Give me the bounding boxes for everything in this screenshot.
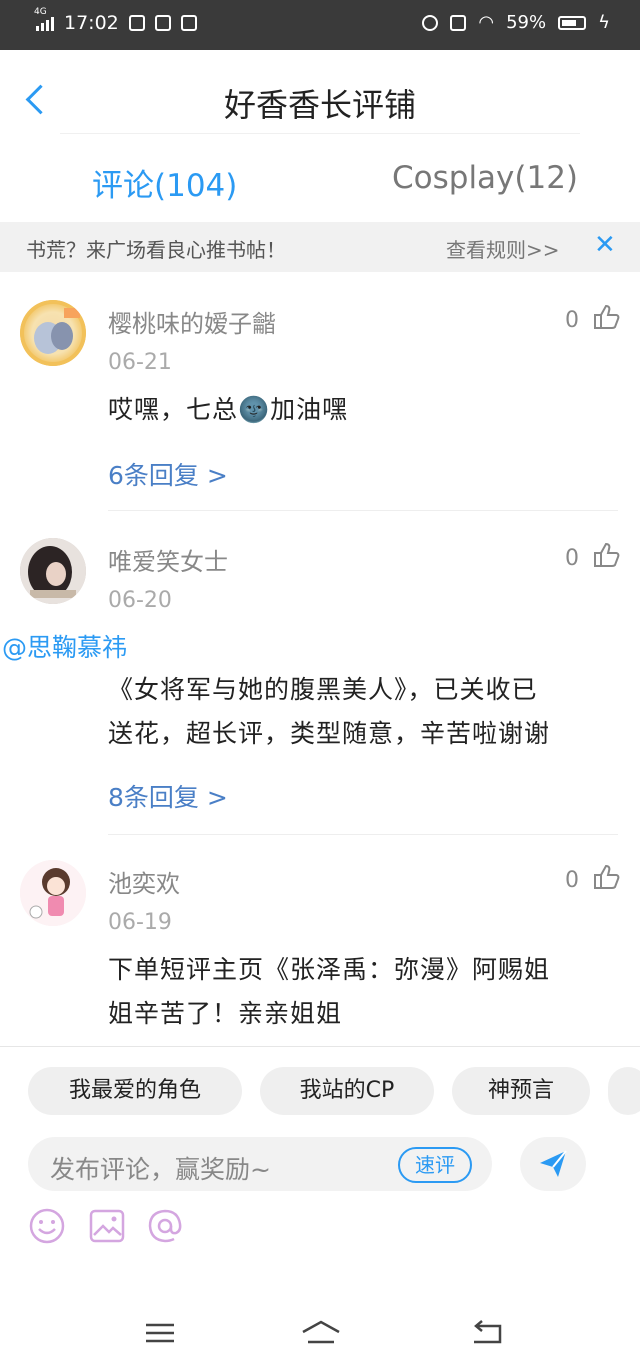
thumb-up-icon[interactable] [593,304,621,330]
username[interactable]: 樱桃味的嫒子龤 [108,304,276,339]
charging-icon: ϟ [598,12,610,33]
send-button[interactable] [520,1137,586,1191]
like-count: 0 [565,546,579,571]
notice-banner[interactable]: 书荒？来广场看良心推书帖！ 查看规则>> ✕ [0,222,640,272]
avatar[interactable] [20,860,86,926]
comment-body-line: 《女将军与她的腹黑美人》，已关收已 [108,675,538,704]
quick-tag-chip[interactable] [608,1067,640,1115]
thumb-up-icon[interactable] [593,542,621,568]
comment-body-line: 姐辛苦了！亲亲姐姐 [108,999,343,1028]
wifi-icon: ◠ [478,12,495,33]
divider [108,834,618,835]
quick-tag-chip[interactable]: 我站的CP [260,1067,434,1115]
username[interactable]: 池奕欢 [108,864,180,899]
replies-link[interactable]: 6条回复 > [108,456,228,492]
status-bar: 4G 17:02 ◠ 59% ϟ [0,0,640,50]
divider [60,133,580,134]
comment-body-line: 下单短评主页《张泽禹：弥漫》阿赐姐 [108,955,551,984]
close-icon[interactable]: ✕ [594,230,616,260]
comment-date: 06-21 [108,350,172,375]
comment-body-line: 送花，超长评，类型随意，辛苦啦谢谢 [108,719,551,748]
notification-icon [180,15,197,31]
home-icon[interactable] [300,1318,342,1348]
avatar[interactable] [20,300,86,366]
divider [108,510,618,511]
vibrate-icon [450,14,467,31]
tab-comments[interactable]: 评论(104) [92,160,237,205]
battery-percent: 59% [506,12,547,33]
system-nav-bar [0,1296,640,1372]
at-icon[interactable] [146,1207,184,1245]
menu-icon[interactable] [142,1318,178,1348]
status-time: 17:02 [64,12,119,34]
replies-link[interactable]: 8条回复 > [108,778,228,814]
comment-input[interactable]: 发布评论，赢奖励~ 速评 [28,1137,492,1191]
like-count: 0 [565,308,579,333]
alarm-icon [422,14,439,31]
send-icon [540,1150,567,1177]
banner-text: 书荒？来广场看良心推书帖！ [26,238,286,262]
comment-input-placeholder: 发布评论，赢奖励~ [50,1155,271,1184]
avatar[interactable] [20,538,86,604]
image-icon[interactable] [88,1207,126,1245]
emoji-icon[interactable] [28,1207,66,1245]
quick-tag-chip[interactable]: 我最爱的角色 [28,1067,242,1115]
notification-icon [154,15,171,31]
comment-body: 哎嘿，七总🌚加油嘿 [108,395,349,424]
page-title: 好香香长评铺 [223,86,416,124]
quick-review-button[interactable]: 速评 [398,1147,472,1183]
comment-date: 06-19 [108,910,172,935]
notification-icon [128,15,145,31]
username[interactable]: 唯爱笑女士 [108,542,228,577]
mention-link[interactable]: @思鞠慕祎 [2,628,127,664]
thumb-up-icon[interactable] [593,864,621,890]
tab-cosplay[interactable]: Cosplay(12) [392,160,578,196]
back-nav-icon[interactable] [470,1318,506,1348]
quick-tag-chip[interactable]: 神预言 [452,1067,590,1115]
signal-icon: 4G [34,7,54,31]
comment-date: 06-20 [108,588,172,613]
like-count: 0 [565,868,579,893]
comment-composer: 我最爱的角色 我站的CP 神预言 发布评论，赢奖励~ 速评 [0,1046,640,1297]
battery-icon [558,15,587,30]
view-rules-link[interactable]: 查看规则>> [446,234,560,263]
header: 好香香长评铺 [0,50,640,134]
tab-bar: 评论(104) Cosplay(12) [0,150,640,212]
